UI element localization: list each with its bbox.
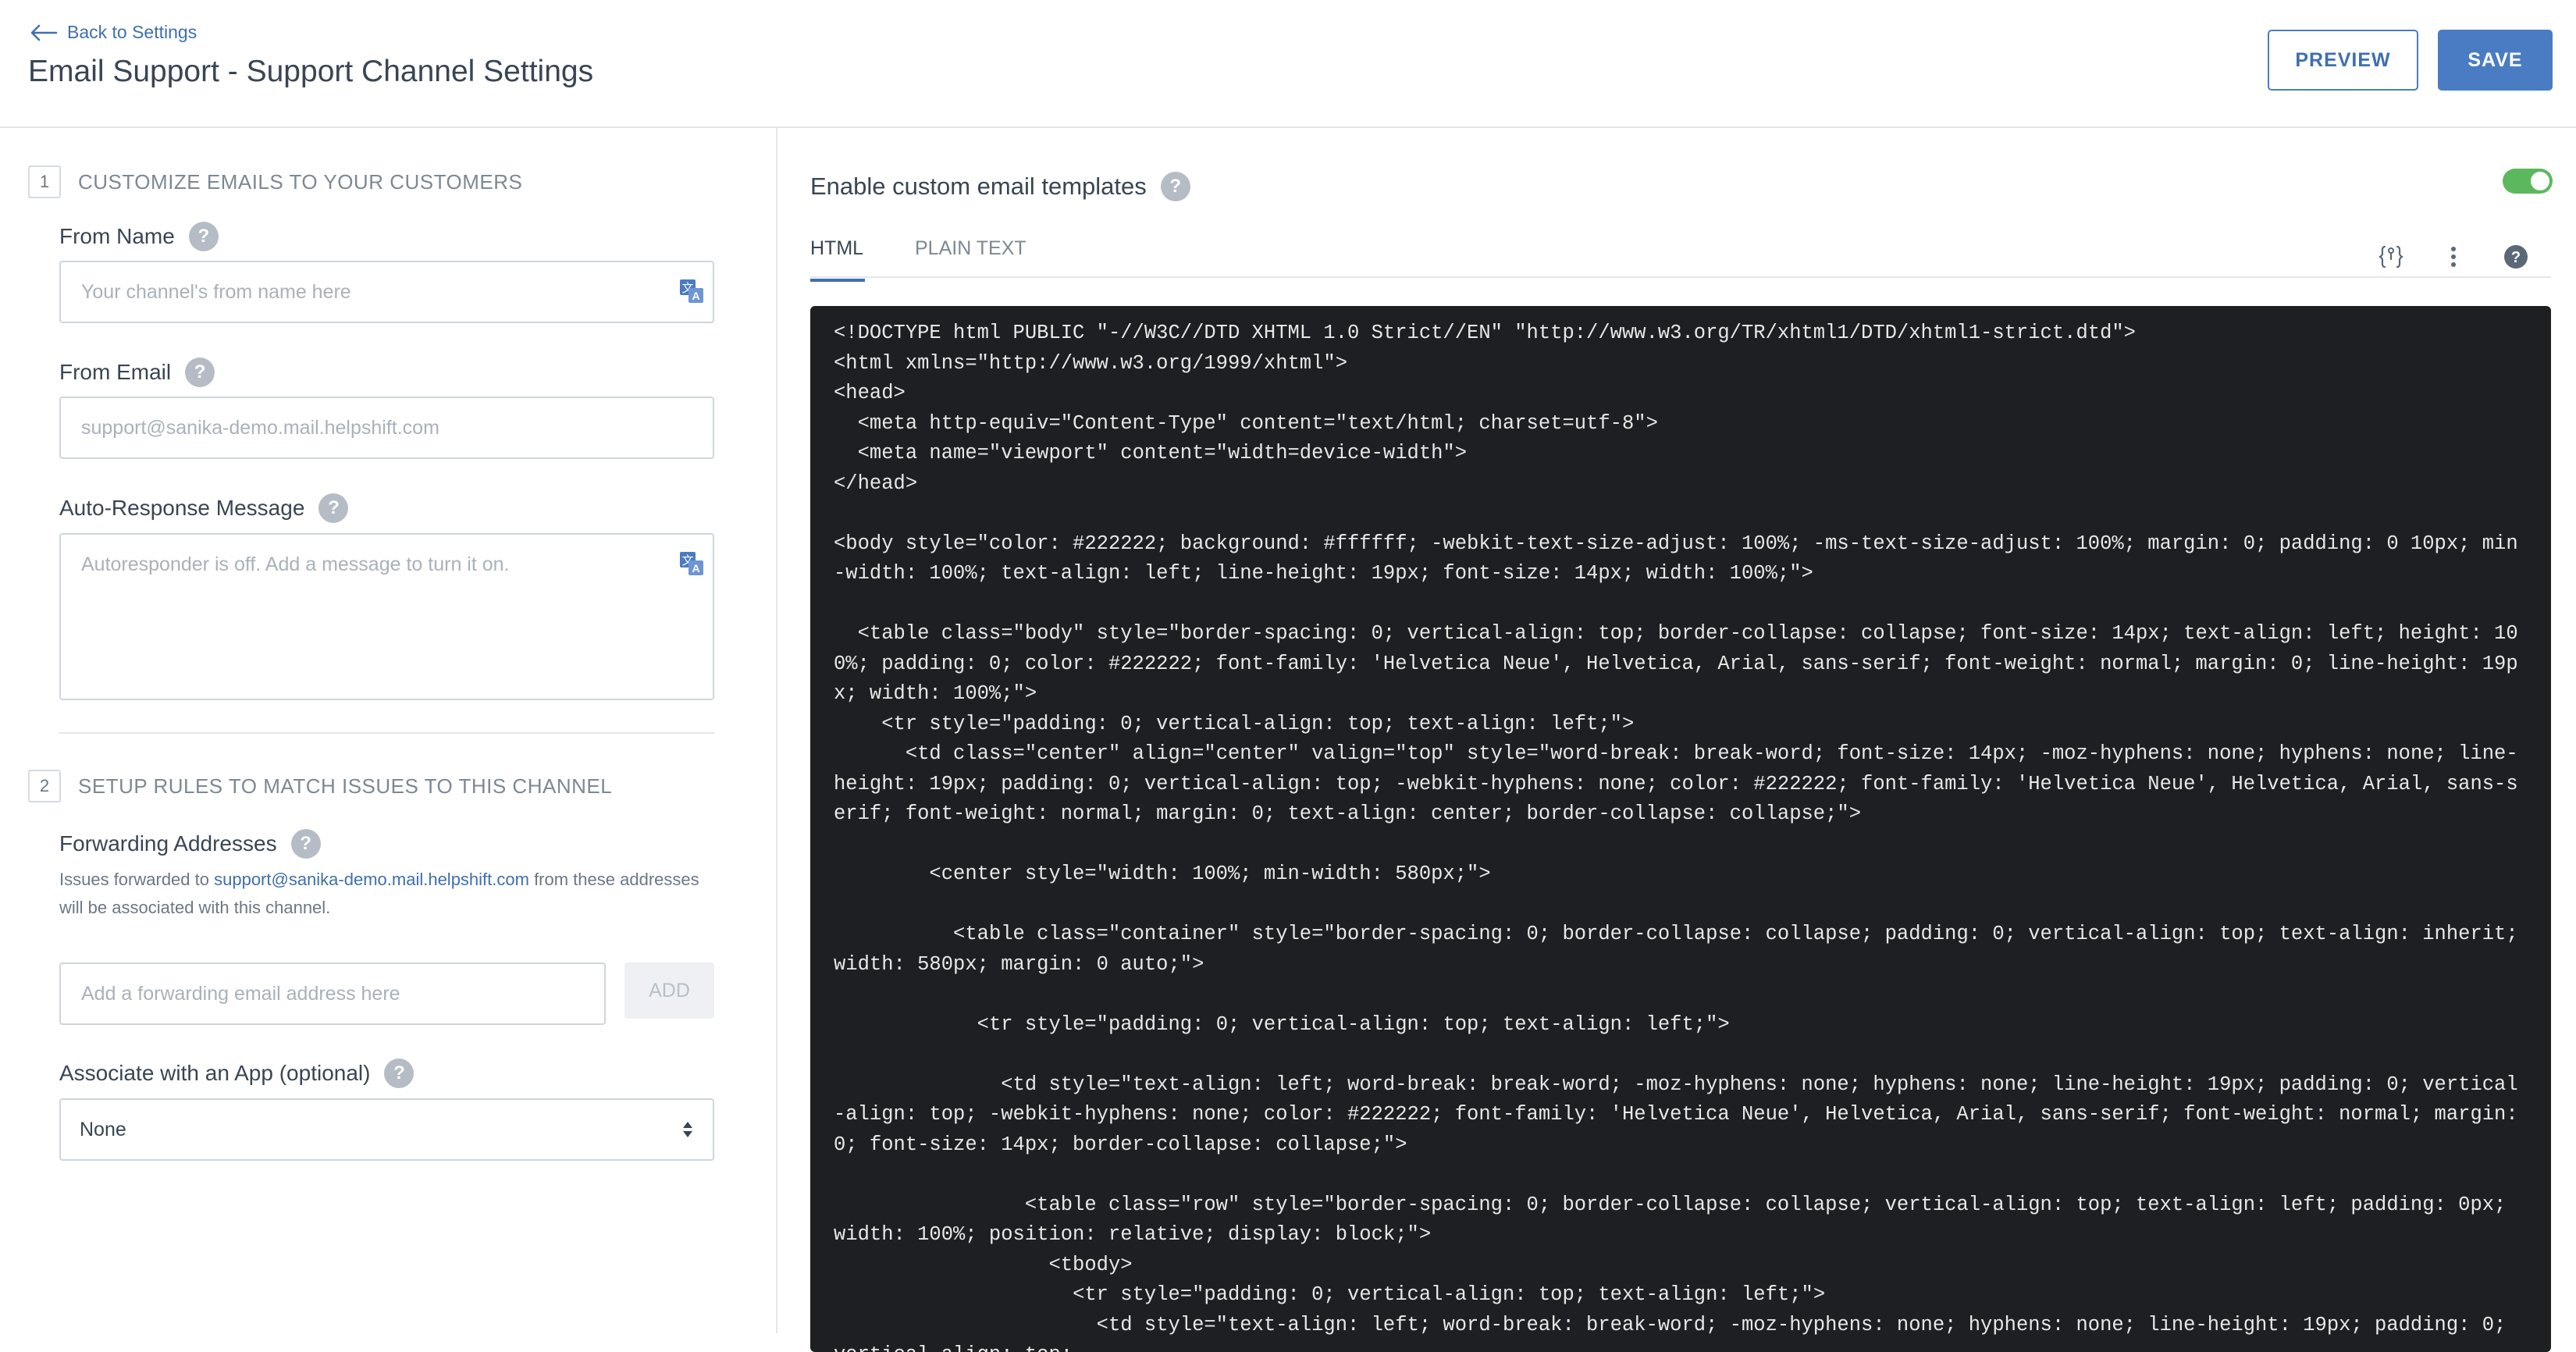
tab-plain-text[interactable]: PLAIN TEXT: [915, 237, 1026, 260]
from-name-input[interactable]: [59, 261, 714, 323]
from-name-label-row: From Name ?: [59, 222, 219, 251]
section-number: 2: [28, 770, 61, 802]
svg-text:A: A: [692, 290, 699, 302]
back-to-settings-link[interactable]: Back to Settings: [30, 22, 197, 43]
translate-icon[interactable]: 文 A: [679, 551, 704, 576]
select-arrows-icon: [683, 1122, 692, 1137]
section-title: CUSTOMIZE EMAILS TO YOUR CUSTOMERS: [78, 169, 523, 194]
svg-text:A: A: [692, 562, 699, 575]
associate-app-select[interactable]: None: [59, 1098, 714, 1161]
translate-icon[interactable]: 文 A: [679, 279, 704, 304]
help-icon[interactable]: ?: [318, 493, 349, 523]
associate-app-label: Associate with an App (optional): [59, 1061, 371, 1085]
add-forwarding-button[interactable]: ADD: [624, 962, 714, 1019]
enable-templates-label: Enable custom email templates: [810, 173, 1147, 200]
auto-response-textarea[interactable]: [59, 533, 714, 700]
help-icon[interactable]: ?: [185, 358, 215, 387]
preview-button[interactable]: PREVIEW: [2268, 30, 2418, 91]
from-name-label: From Name: [59, 224, 175, 248]
back-link-label: Back to Settings: [67, 22, 197, 42]
more-vertical-icon[interactable]: [2440, 244, 2467, 270]
toggle-knob: [2531, 172, 2549, 190]
section-divider: [59, 732, 714, 734]
settings-form-panel: 1 CUSTOMIZE EMAILS TO YOUR CUSTOMERS Fro…: [0, 128, 777, 1333]
save-button[interactable]: SAVE: [2438, 30, 2553, 91]
page-header: Back to Settings Email Support - Support…: [0, 0, 2576, 128]
help-icon[interactable]: ?: [384, 1058, 415, 1088]
forwarding-label: Forwarding Addresses: [59, 831, 277, 856]
template-code[interactable]: <!DOCTYPE html PUBLIC "-//W3C//DTD XHTML…: [810, 306, 2551, 1352]
auto-response-label: Auto-Response Message: [59, 496, 305, 520]
svg-text:?: ?: [2511, 249, 2521, 266]
support-email-link[interactable]: support@sanika-demo.mail.helpshift.com: [214, 870, 529, 889]
html-code-editor[interactable]: <!DOCTYPE html PUBLIC "-//W3C//DTD XHTML…: [810, 306, 2551, 1352]
forwarding-label-row: Forwarding Addresses ?: [59, 829, 321, 859]
help-icon[interactable]: ?: [188, 222, 219, 251]
enable-templates-row: Enable custom email templates ?: [810, 172, 1190, 201]
associate-app-label-row: Associate with an App (optional) ?: [59, 1058, 415, 1088]
section-number: 1: [28, 165, 61, 198]
from-email-input[interactable]: [59, 397, 714, 459]
help-icon[interactable]: ?: [1160, 172, 1190, 201]
template-editor-panel: Enable custom email templates ? HTML PLA…: [777, 128, 2576, 1352]
page-title: Email Support - Support Channel Settings: [28, 55, 594, 88]
section-setup-rules: 2 SETUP RULES TO MATCH ISSUES TO THIS CH…: [28, 770, 612, 802]
tab-html[interactable]: HTML: [810, 237, 866, 282]
forwarding-email-input[interactable]: [59, 962, 606, 1025]
forwarding-description: Issues forwarded to support@sanika-demo.…: [59, 866, 723, 922]
template-tabs: HTML PLAIN TEXT: [810, 228, 2551, 282]
code-braces-icon[interactable]: [2378, 244, 2404, 270]
help-circle-icon[interactable]: ?: [2503, 244, 2529, 270]
associate-app-selected-value: None: [80, 1118, 126, 1140]
back-arrow-icon: [30, 24, 58, 41]
section-title: SETUP RULES TO MATCH ISSUES TO THIS CHAN…: [78, 774, 613, 798]
enable-templates-toggle[interactable]: [2503, 169, 2553, 194]
auto-response-label-row: Auto-Response Message ?: [59, 493, 349, 523]
help-icon[interactable]: ?: [290, 829, 321, 859]
section-customize-emails: 1 CUSTOMIZE EMAILS TO YOUR CUSTOMERS: [28, 165, 522, 198]
from-email-label-row: From Email ?: [59, 358, 215, 387]
forwarding-desc-prefix: Issues forwarded to: [59, 870, 215, 889]
from-email-label: From Email: [59, 360, 172, 384]
